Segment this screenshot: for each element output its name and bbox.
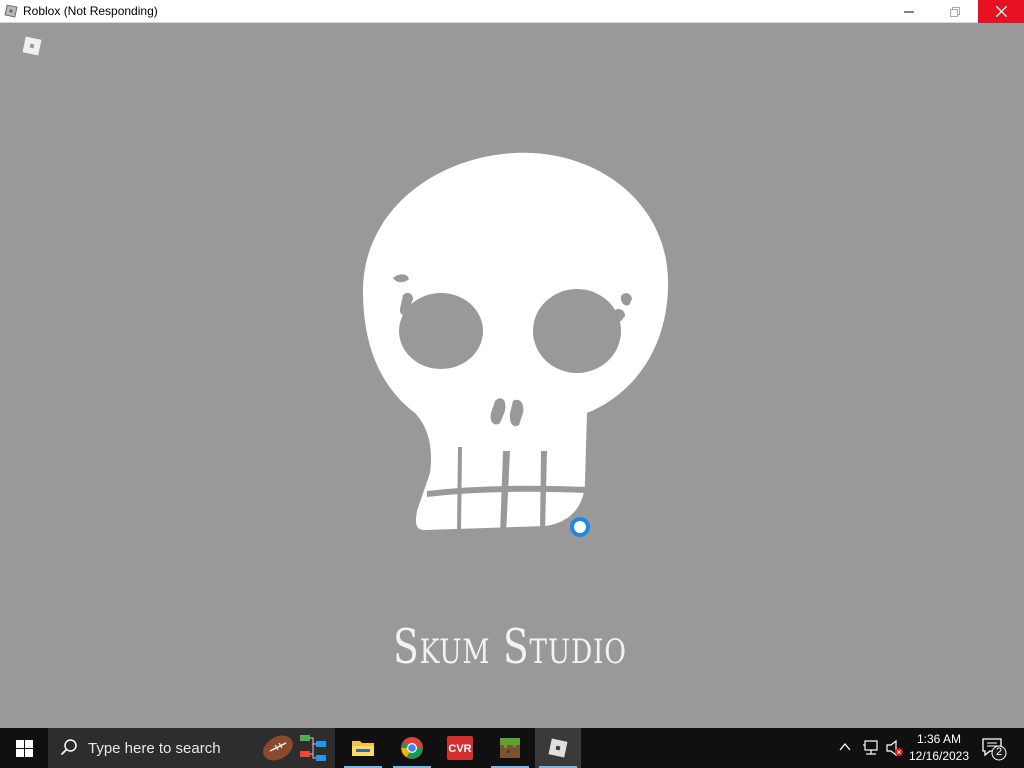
spinner-icon [570,517,590,537]
taskbar-roblox[interactable] [535,728,581,768]
search-highlight-icon[interactable] [260,731,330,765]
media-app-icon: CVR [447,736,473,760]
notification-center-button[interactable]: 2 [980,736,1008,762]
taskbar-chrome[interactable] [389,728,435,768]
maximize-icon [950,6,960,17]
maximize-button[interactable] [932,0,978,23]
folder-icon [352,741,374,756]
minimize-button[interactable] [886,0,932,23]
clock-date: 12/16/2023 [908,749,970,763]
clock-time: 1:36 AM [916,732,962,746]
skull-logo [363,152,669,535]
taskbar: Type here to search CVR 1:36 AM 12/16/20… [0,728,1024,768]
svg-text:CVR: CVR [448,743,471,755]
roblox-icon [4,4,18,18]
chevron-up-icon[interactable] [838,740,852,754]
taskbar-file-explorer[interactable] [340,728,386,768]
search-icon [60,739,77,756]
roblox-icon [548,738,568,758]
start-button[interactable] [0,728,48,768]
windows-start-icon [15,739,33,757]
window-title: Roblox (Not Responding) [23,4,158,18]
roblox-logo-icon [22,36,42,56]
network-icon[interactable] [862,739,880,757]
taskbar-cyberlink[interactable]: CVR [437,728,483,768]
close-icon [995,6,1007,17]
minimize-icon [904,11,914,12]
grass-block-icon [500,738,520,758]
system-clock[interactable]: 1:36 AM 12/16/2023 [904,731,974,765]
search-box[interactable]: Type here to search [48,728,335,768]
volume-muted-icon[interactable] [885,739,905,757]
notification-count: 2 [995,746,1003,758]
game-viewport[interactable]: Skum Studio [0,23,1024,728]
search-placeholder: Type here to search [88,740,221,757]
close-button[interactable] [978,0,1024,23]
taskbar-minecraft[interactable] [487,728,533,768]
studio-name: Skum Studio [393,619,627,675]
chrome-icon [401,737,423,759]
window-titlebar[interactable]: Roblox (Not Responding) [0,0,1024,23]
